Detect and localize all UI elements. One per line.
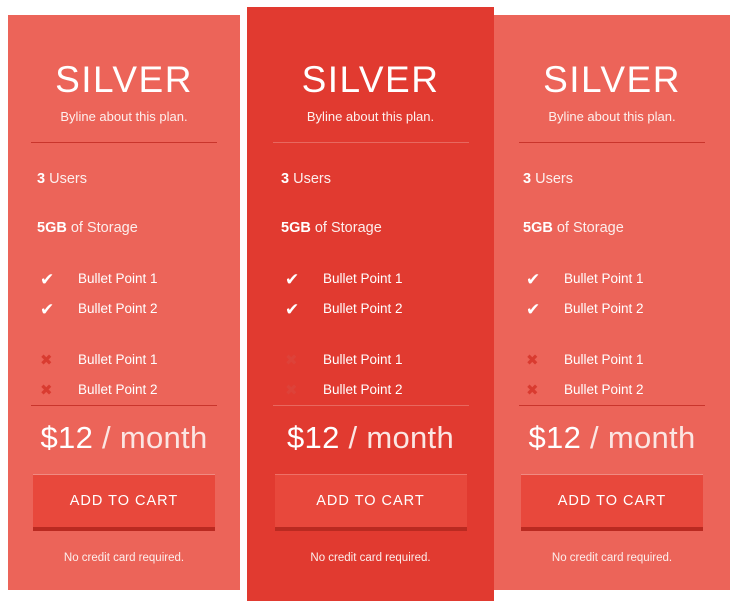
list-item: ✔ Bullet Point 1: [8, 264, 240, 294]
included-feature-list: ✔ Bullet Point 1 ✔ Bullet Point 2: [247, 264, 494, 324]
excluded-feature-list: ✖ Bullet Point 1 ✖ Bullet Point 2: [247, 345, 494, 405]
spec-label: of Storage: [70, 219, 138, 236]
cross-icon: ✖: [285, 381, 298, 399]
spec-label: Users: [49, 171, 87, 187]
spec-value: 5GB: [37, 219, 67, 236]
add-to-cart-button[interactable]: ADD TO CART: [33, 474, 215, 531]
excluded-feature-list: ✖ Bullet Point 1 ✖ Bullet Point 2: [494, 345, 730, 405]
bullet-label: Bullet Point 1: [564, 271, 644, 287]
check-icon: ✔: [40, 269, 55, 289]
bullet-label: Bullet Point 1: [323, 271, 403, 287]
spec-row-storage: 5GB of Storage: [494, 219, 730, 236]
price-period: / month: [102, 420, 208, 455]
list-item: ✖ Bullet Point 2: [8, 375, 240, 405]
plan-byline: Byline about this plan.: [60, 109, 188, 124]
price-amount: $12: [528, 420, 582, 455]
card-footnote: No credit card required.: [310, 552, 431, 564]
check-icon: ✔: [40, 299, 55, 319]
card-header: SILVER Byline about this plan.: [494, 15, 730, 123]
list-item: ✔ Bullet Point 2: [247, 294, 494, 324]
card-footnote: No credit card required.: [551, 552, 673, 564]
list-item: ✔ Bullet Point 1: [494, 264, 730, 294]
check-icon: ✔: [526, 269, 541, 289]
list-item: ✖ Bullet Point 1: [8, 345, 240, 375]
list-item: ✖ Bullet Point 2: [247, 375, 494, 405]
spec-list: 3 Users 5GB of Storage: [8, 172, 240, 235]
included-feature-list: ✔ Bullet Point 1 ✔ Bullet Point 2: [494, 264, 730, 324]
list-item: ✔ Bullet Point 2: [494, 294, 730, 324]
bullet-label: Bullet Point 1: [78, 352, 158, 368]
header-divider: [31, 142, 217, 143]
spec-value: 3: [281, 171, 290, 187]
bullet-label: Bullet Point 1: [78, 271, 158, 287]
check-icon: ✔: [285, 299, 300, 319]
header-divider: [519, 142, 705, 143]
cross-icon: ✖: [526, 381, 539, 399]
bullet-label: Bullet Point 1: [323, 352, 403, 368]
list-item: ✖ Bullet Point 1: [494, 345, 730, 375]
spec-row-users: 3 Users: [247, 172, 494, 187]
bullet-label: Bullet Point 2: [78, 382, 158, 398]
cross-icon: ✖: [40, 351, 53, 369]
spec-list: 3 Users 5GB of Storage: [494, 172, 730, 235]
cross-icon: ✖: [40, 381, 53, 399]
spec-label: of Storage: [314, 219, 382, 236]
cross-icon: ✖: [526, 351, 539, 369]
price-divider: [31, 405, 217, 406]
bullet-label: Bullet Point 2: [564, 382, 644, 398]
spec-value: 3: [523, 171, 532, 187]
plan-title: SILVER: [543, 59, 681, 100]
bullet-label: Bullet Point 2: [564, 301, 644, 317]
spec-list: 3 Users 5GB of Storage: [247, 172, 494, 235]
spec-row-storage: 5GB of Storage: [8, 219, 240, 236]
bullet-label: Bullet Point 2: [323, 382, 403, 398]
spec-row-users: 3 Users: [494, 172, 730, 187]
header-divider: [272, 142, 469, 143]
included-feature-list: ✔ Bullet Point 1 ✔ Bullet Point 2: [8, 264, 240, 324]
card-header: SILVER Byline about this plan.: [8, 15, 240, 123]
price-period: / month: [348, 420, 455, 455]
plan-byline: Byline about this plan.: [548, 109, 676, 124]
plan-byline: Byline about this plan.: [306, 109, 435, 124]
bullet-label: Bullet Point 2: [78, 301, 158, 317]
spec-label: Users: [293, 171, 331, 187]
list-item: ✔ Bullet Point 1: [247, 264, 494, 294]
plan-title: SILVER: [55, 59, 193, 100]
pricing-table: SILVER Byline about this plan. 3 Users 5…: [0, 0, 738, 606]
add-to-cart-button[interactable]: ADD TO CART: [274, 474, 467, 531]
price-divider: [519, 405, 705, 406]
spec-label: of Storage: [556, 219, 624, 236]
price-block: $12 / month: [494, 422, 730, 453]
spec-value: 3: [37, 171, 46, 187]
pricing-card-left[interactable]: SILVER Byline about this plan. 3 Users 5…: [8, 15, 240, 590]
card-footnote: No credit card required.: [63, 552, 185, 564]
spec-value: 5GB: [523, 219, 553, 236]
bullet-label: Bullet Point 1: [564, 352, 644, 368]
price-period: / month: [590, 420, 696, 455]
price-block: $12 / month: [8, 422, 240, 453]
add-to-cart-button[interactable]: ADD TO CART: [521, 474, 703, 531]
excluded-feature-list: ✖ Bullet Point 1 ✖ Bullet Point 2: [8, 345, 240, 405]
check-icon: ✔: [526, 299, 541, 319]
spec-label: Users: [535, 171, 573, 187]
spec-row-users: 3 Users: [8, 172, 240, 187]
pricing-card-featured[interactable]: SILVER Byline about this plan. 3 Users 5…: [247, 7, 494, 601]
list-item: ✔ Bullet Point 2: [8, 294, 240, 324]
plan-title: SILVER: [301, 59, 440, 100]
cross-icon: ✖: [285, 351, 298, 369]
price-amount: $12: [286, 420, 340, 455]
spec-value: 5GB: [281, 219, 311, 236]
spec-row-storage: 5GB of Storage: [247, 219, 494, 236]
list-item: ✖ Bullet Point 1: [247, 345, 494, 375]
bullet-label: Bullet Point 2: [323, 301, 403, 317]
card-header: SILVER Byline about this plan.: [247, 7, 494, 123]
check-icon: ✔: [285, 269, 300, 289]
pricing-card-right[interactable]: SILVER Byline about this plan. 3 Users 5…: [494, 15, 730, 590]
list-item: ✖ Bullet Point 2: [494, 375, 730, 405]
price-divider: [272, 405, 469, 406]
price-block: $12 / month: [247, 422, 494, 453]
price-amount: $12: [40, 420, 94, 455]
